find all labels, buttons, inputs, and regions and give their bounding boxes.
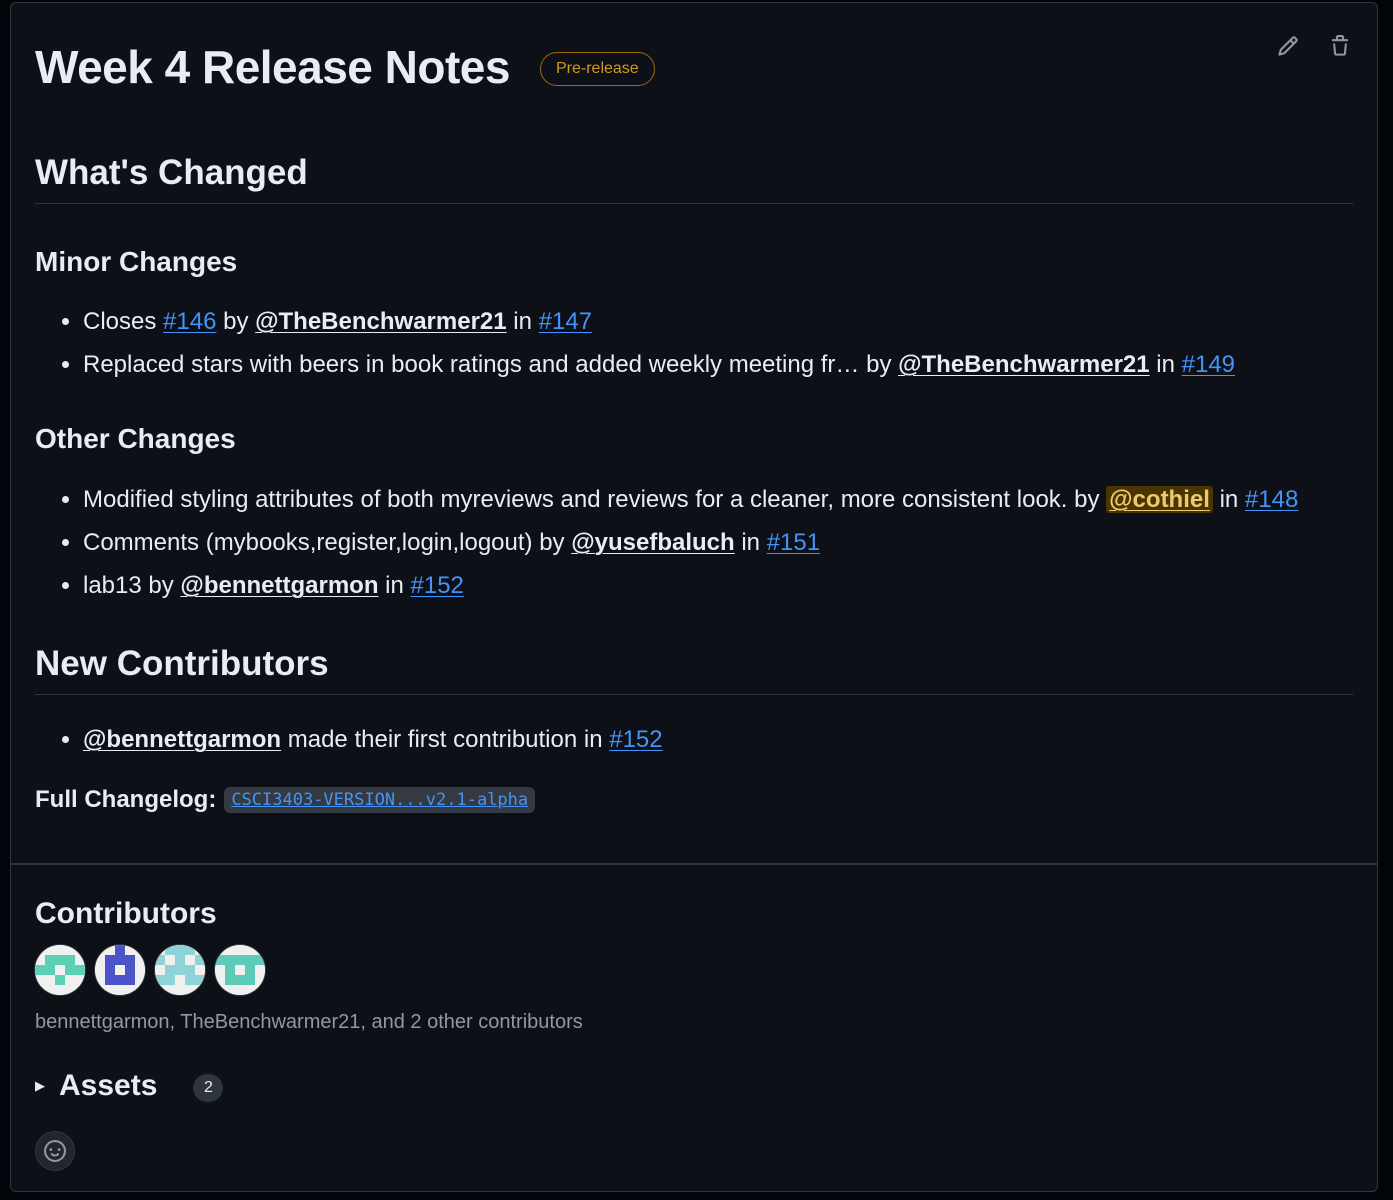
pencil-icon	[1278, 36, 1298, 56]
user-link[interactable]: @cothiel	[1106, 486, 1213, 513]
in-text: in	[378, 572, 411, 599]
delete-button[interactable]	[1327, 33, 1353, 59]
new-contributors-list: @bennettgarmon made their first contribu…	[35, 718, 663, 761]
item-text: Replaced stars with beers in book rating…	[83, 351, 860, 378]
user-link[interactable]: @TheBenchwarmer21	[255, 308, 507, 335]
minor-changes-list: Closes #146 by @TheBenchwarmer21 in #147…	[35, 300, 1235, 386]
changelog-compare-link[interactable]: CSCI3403-VERSION...v2.1-alpha	[224, 787, 536, 813]
item-text: Modified styling attributes of both myre…	[83, 486, 1068, 513]
smiley-icon	[44, 1140, 66, 1162]
in-text: in	[506, 308, 539, 335]
assets-count-badge: 2	[193, 1074, 224, 1102]
pr-link[interactable]: #149	[1182, 351, 1235, 378]
by-text: by	[216, 308, 256, 335]
item-text: Closes	[83, 308, 164, 335]
item-text: made their first contribution in	[281, 726, 610, 753]
user-link[interactable]: @bennettgarmon	[180, 572, 378, 599]
pr-link[interactable]: #152	[411, 572, 464, 599]
assets-label: Assets	[59, 1069, 158, 1102]
user-link[interactable]: @TheBenchwarmer21	[898, 351, 1150, 378]
full-changelog: Full Changelog: CSCI3403-VERSION...v2.1-…	[35, 786, 536, 814]
list-item: Modified styling attributes of both myre…	[83, 478, 1298, 521]
contributors-avatars	[35, 945, 265, 995]
full-changelog-label: Full Changelog:	[35, 786, 217, 813]
whats-changed-heading: What's Changed	[35, 152, 1353, 204]
pr-link[interactable]: #148	[1245, 486, 1298, 513]
issue-link[interactable]: #146	[163, 308, 216, 335]
release-card: Week 4 Release Notes Pre-release What's …	[10, 2, 1378, 1192]
item-text: lab13	[83, 572, 142, 599]
by-text: by	[1067, 486, 1107, 513]
by-text: by	[141, 572, 181, 599]
new-contributors-heading: New Contributors	[35, 643, 1353, 695]
list-item: lab13 by @bennettgarmon in #152	[83, 564, 1298, 607]
edit-button[interactable]	[1275, 33, 1301, 59]
divider	[11, 863, 1377, 865]
release-header: Week 4 Release Notes Pre-release	[35, 39, 655, 95]
minor-changes-heading: Minor Changes	[35, 246, 238, 277]
list-item: Comments (mybooks,register,login,logout)…	[83, 521, 1298, 564]
release-title: Week 4 Release Notes	[35, 41, 510, 93]
in-text: in	[1149, 351, 1182, 378]
other-changes-list: Modified styling attributes of both myre…	[35, 478, 1298, 607]
avatar[interactable]	[215, 945, 265, 995]
pr-link[interactable]: #147	[539, 308, 592, 335]
contributors-summary: bennettgarmon, TheBenchwarmer21, and 2 o…	[35, 1011, 583, 1033]
add-reaction-button[interactable]	[35, 1131, 75, 1171]
prerelease-badge: Pre-release	[539, 52, 655, 86]
contributors-heading: Contributors	[35, 897, 217, 930]
list-item: @bennettgarmon made their first contribu…	[83, 718, 663, 761]
user-link[interactable]: @yusefbaluch	[571, 529, 734, 556]
by-text: by	[532, 529, 572, 556]
avatar[interactable]	[95, 945, 145, 995]
list-item: Closes #146 by @TheBenchwarmer21 in #147	[83, 300, 1235, 343]
trash-icon	[1331, 35, 1349, 56]
pr-link[interactable]: #151	[767, 529, 820, 556]
item-text: Comments (mybooks,register,login,logout)	[83, 529, 533, 556]
release-actions	[1275, 33, 1353, 59]
avatar[interactable]	[35, 945, 85, 995]
list-item: Replaced stars with beers in book rating…	[83, 343, 1235, 386]
triangle-right-icon: ▶	[35, 1078, 45, 1093]
user-link[interactable]: @bennettgarmon	[83, 726, 281, 753]
in-text: in	[1212, 486, 1245, 513]
avatar[interactable]	[155, 945, 205, 995]
by-text: by	[859, 351, 899, 378]
other-changes-heading: Other Changes	[35, 423, 236, 454]
in-text: in	[734, 529, 767, 556]
assets-toggle[interactable]: ▶ Assets 2	[35, 1069, 224, 1103]
pr-link[interactable]: #152	[609, 726, 662, 753]
